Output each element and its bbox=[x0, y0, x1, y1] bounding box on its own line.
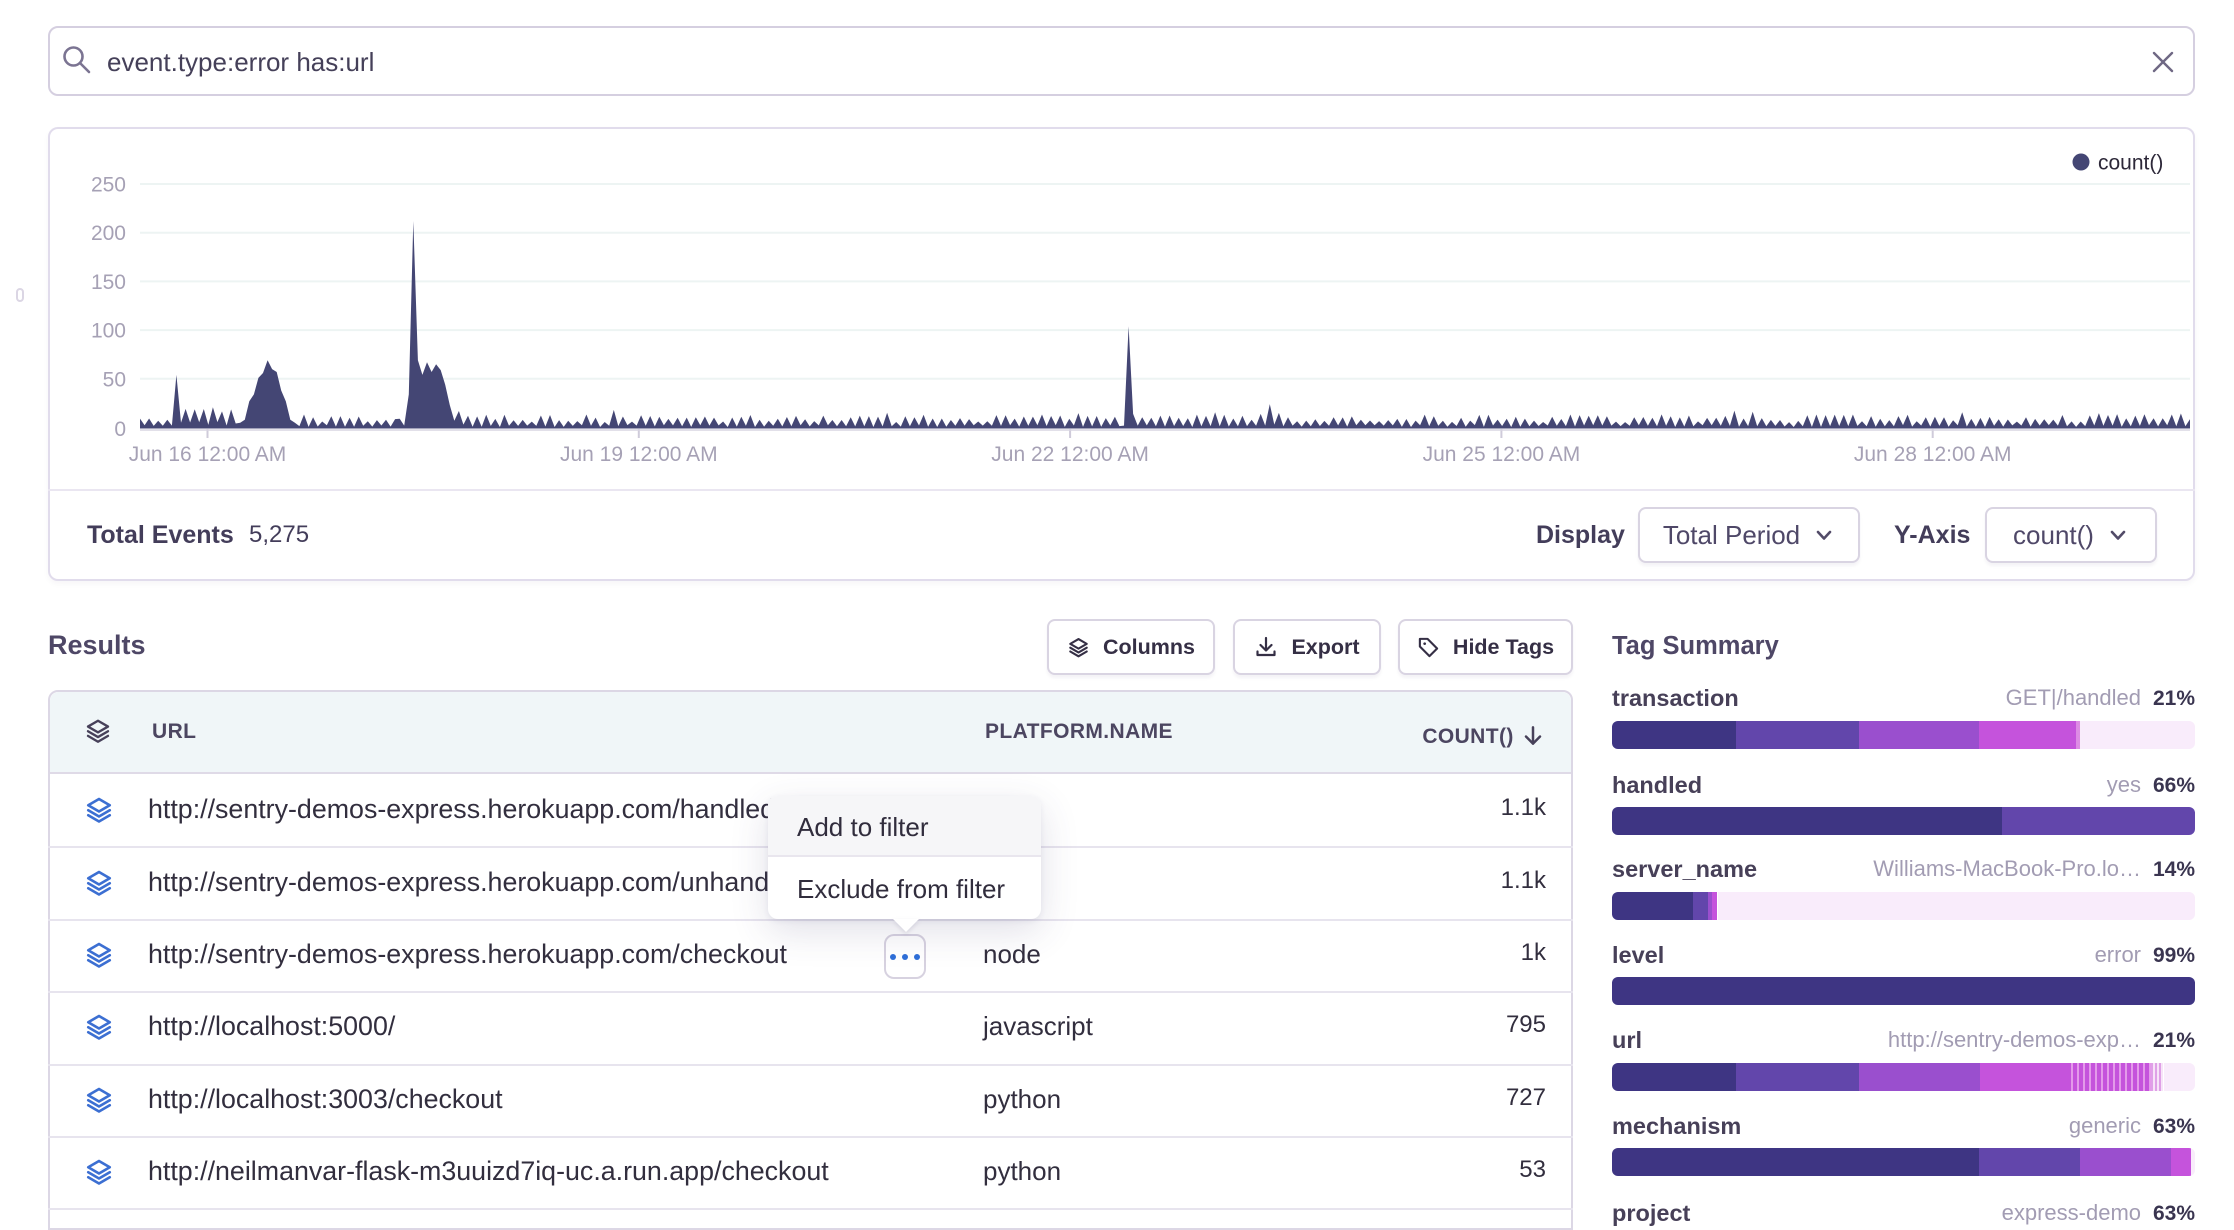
svg-text:250: 250 bbox=[91, 174, 126, 197]
svg-text:Jun 25 12:00 AM: Jun 25 12:00 AM bbox=[1423, 443, 1581, 466]
svg-text:150: 150 bbox=[91, 271, 126, 294]
svg-text:100: 100 bbox=[91, 320, 126, 343]
svg-text:Jun 16 12:00 AM: Jun 16 12:00 AM bbox=[129, 443, 287, 466]
svg-text:50: 50 bbox=[103, 368, 126, 391]
svg-text:200: 200 bbox=[91, 222, 126, 245]
svg-text:0: 0 bbox=[114, 418, 126, 441]
svg-text:Jun 19 12:00 AM: Jun 19 12:00 AM bbox=[560, 443, 718, 466]
svg-text:Jun 22 12:00 AM: Jun 22 12:00 AM bbox=[991, 443, 1149, 466]
svg-text:count(): count() bbox=[2098, 152, 2163, 175]
svg-text:Jun 28 12:00 AM: Jun 28 12:00 AM bbox=[1854, 443, 2012, 466]
